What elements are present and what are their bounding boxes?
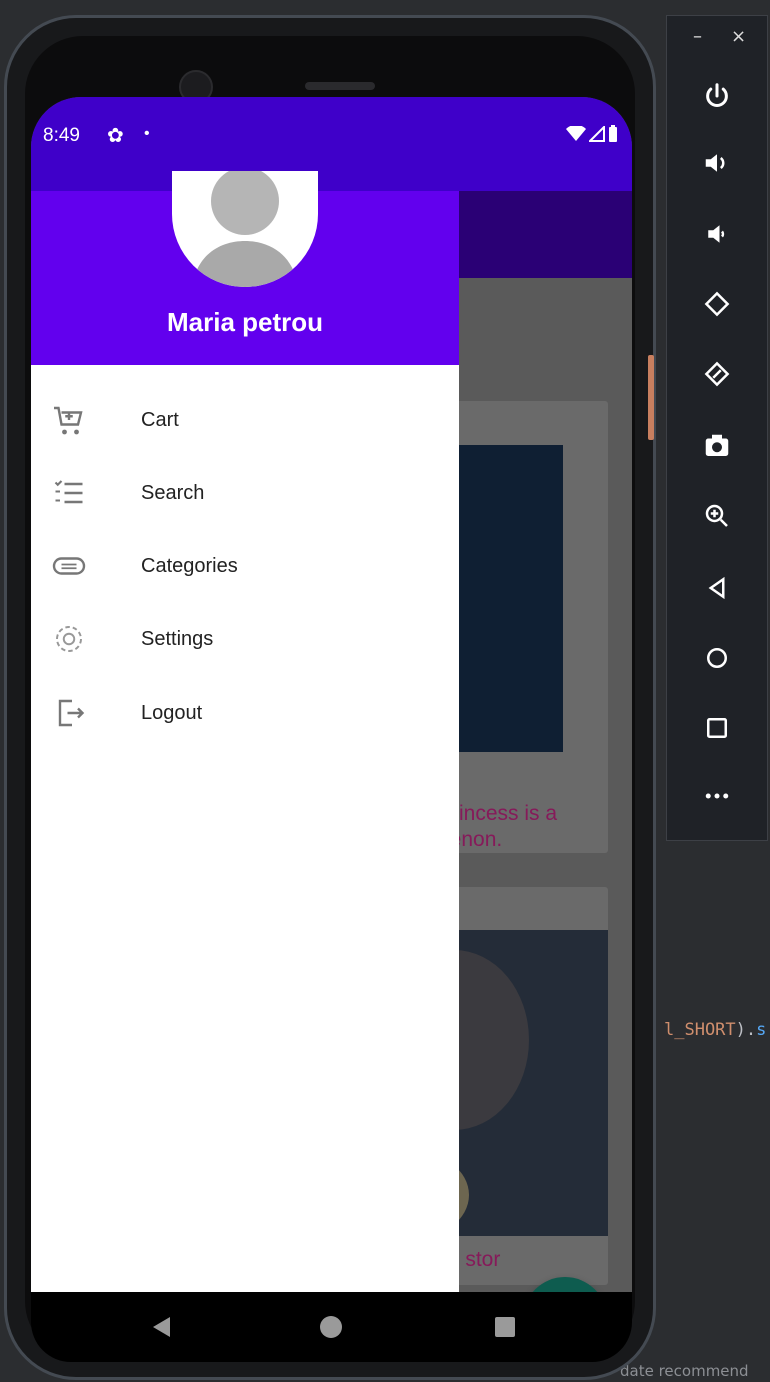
back-button[interactable] [697, 568, 737, 608]
drawer-item-label: Search [141, 482, 205, 504]
cart-icon [54, 406, 83, 435]
system-icons [566, 125, 618, 143]
rotate-left-button[interactable] [697, 284, 737, 324]
rotate-left-icon [704, 291, 730, 317]
avatar[interactable] [172, 171, 318, 287]
signal-icon [589, 126, 605, 142]
user-name: Maria petrou [166, 307, 324, 337]
drawer-item-label: Cart [141, 409, 179, 431]
settings-notification-icon: ✿ [107, 125, 124, 147]
minimize-button[interactable]: – [693, 26, 702, 47]
categories-icon [52, 557, 86, 575]
user-avatar-icon [192, 171, 298, 287]
drawer-header: Maria petrou [31, 171, 459, 365]
nav-overview-button[interactable] [487, 1309, 523, 1345]
drawer-item-logout[interactable]: Logout [31, 676, 459, 749]
status-bar: 8:49 ✿ • [31, 97, 632, 191]
ide-status-text: date recommend [620, 1362, 749, 1380]
drawer-item-label: Settings [141, 628, 214, 650]
nav-home-button[interactable] [313, 1309, 349, 1345]
emulator-toolbar: – × [666, 15, 768, 841]
nav-back-button[interactable] [143, 1309, 179, 1345]
volume-up-icon [705, 154, 725, 172]
home-button[interactable] [697, 638, 737, 678]
overview-button[interactable] [697, 708, 737, 748]
code-snippet: l_SHORT).s [664, 1020, 767, 1040]
rotate-right-icon [704, 361, 730, 387]
navigation-drawer: Maria petrou Cart Search Categories Sett… [31, 171, 459, 1295]
phone-screen: 8:49 ✿ • E Princess is a nenon. r's stor [31, 97, 632, 1295]
more-button[interactable] [697, 776, 737, 816]
android-nav-bar [31, 1292, 632, 1362]
volume-down-button[interactable] [697, 214, 737, 254]
gear-icon [56, 626, 82, 652]
phone-side-button[interactable] [648, 355, 654, 440]
notification-dot: • [144, 125, 150, 142]
drawer-item-label: Categories [141, 555, 238, 577]
volume-down-icon [708, 225, 725, 243]
drawer-item-search[interactable]: Search [31, 456, 459, 529]
overview-icon [707, 718, 727, 738]
logout-icon [58, 699, 85, 727]
back-triangle-icon [153, 1317, 170, 1337]
list-search-icon [54, 480, 83, 504]
power-button[interactable] [697, 76, 737, 116]
back-icon [708, 576, 725, 600]
more-icon [705, 793, 729, 799]
zoom-icon [705, 504, 728, 527]
drawer-item-cart[interactable]: Cart [31, 383, 459, 456]
rotate-right-button[interactable] [697, 354, 737, 394]
screenshot-button[interactable] [697, 426, 737, 466]
power-icon [706, 83, 728, 107]
status-time: 8:49 [43, 125, 80, 146]
battery-icon [609, 125, 617, 142]
earpiece-speaker [305, 82, 375, 90]
volume-up-button[interactable] [697, 143, 737, 183]
home-icon [707, 648, 727, 668]
drawer-item-settings[interactable]: Settings [31, 602, 459, 675]
drawer-item-label: Logout [141, 702, 203, 724]
close-button[interactable]: × [731, 26, 746, 47]
wifi-icon [566, 126, 586, 141]
overview-square-icon [495, 1317, 515, 1337]
camera-icon [705, 434, 729, 456]
drawer-item-categories[interactable]: Categories [31, 529, 459, 602]
zoom-button[interactable] [697, 496, 737, 536]
home-circle-icon [320, 1316, 342, 1338]
